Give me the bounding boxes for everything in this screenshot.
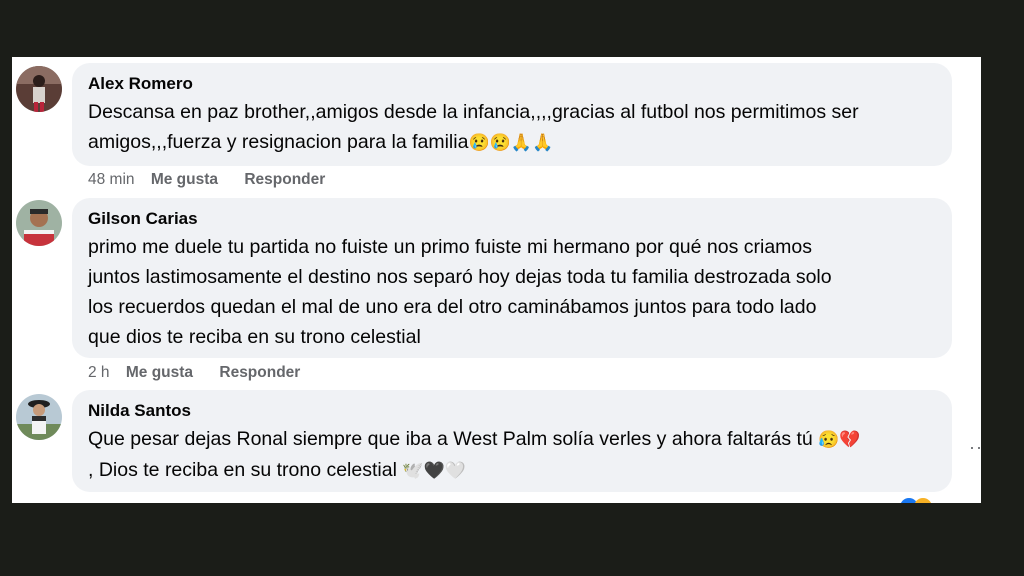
comment-bubble: Alex Romero Descansa en paz brother,,ami… — [72, 63, 952, 166]
comment-time[interactable]: 48 min — [88, 171, 135, 188]
comments-panel: Alex Romero Descansa en paz brother,,ami… — [12, 57, 981, 503]
care-reaction-icon — [914, 498, 932, 503]
comment-line: , Dios te reciba en su trono celestial 🕊… — [88, 455, 936, 486]
comment-author[interactable]: Nilda Santos — [88, 400, 936, 422]
comment-line-text: amigos,,,fuerza y resignacion para la fa… — [88, 131, 469, 153]
comment-line: los recuerdos quedan el mal de uno era d… — [88, 296, 817, 318]
comment-line: Que pesar dejas Ronal siempre que iba a … — [88, 424, 936, 455]
emoji-group: 🕊️🖤🤍 — [402, 461, 466, 480]
comment-line: amigos,,,fuerza y resignacion para la fa… — [88, 127, 936, 158]
reaction-icons — [900, 498, 940, 503]
comment-bubble: Nilda Santos Que pesar dejas Ronal siemp… — [72, 390, 952, 492]
comment-time[interactable]: 2 h — [88, 364, 110, 381]
comment-actions: 2 h Me gusta Responder — [88, 364, 300, 382]
avatar[interactable] — [16, 394, 62, 440]
avatar[interactable] — [16, 66, 62, 112]
comment-text: primo me duele tu partida no fuiste un p… — [88, 232, 936, 352]
comment-text: Que pesar dejas Ronal siempre que iba a … — [88, 424, 936, 486]
more-options-icon[interactable]: ·· — [969, 437, 981, 458]
emoji-group: 😢😢🙏🙏 — [468, 133, 554, 152]
comment-line: que dios te reciba en su trono celestial — [88, 326, 421, 348]
comment-author[interactable]: Gilson Carias — [88, 208, 936, 230]
avatar[interactable] — [16, 200, 62, 246]
comment-actions: 48 min Me gusta Responder — [88, 171, 325, 189]
comment-bubble: Gilson Carias primo me duele tu partida … — [72, 198, 952, 358]
comment-line: Descansa en paz brother,,amigos desde la… — [88, 101, 859, 123]
comment-author[interactable]: Alex Romero — [88, 73, 936, 95]
reply-button[interactable]: Responder — [219, 364, 300, 381]
comment-line: juntos lastimosamente el destino nos sep… — [88, 266, 832, 288]
like-button[interactable]: Me gusta — [126, 364, 193, 381]
comment-line-text: , Dios te reciba en su trono celestial — [88, 459, 397, 481]
comment-text: Descansa en paz brother,,amigos desde la… — [88, 97, 936, 158]
like-button[interactable]: Me gusta — [151, 171, 218, 188]
comment-line-text: Que pesar dejas Ronal siempre que iba a … — [88, 428, 813, 450]
comment-line: primo me duele tu partida no fuiste un p… — [88, 236, 813, 258]
reply-button[interactable]: Responder — [244, 171, 325, 188]
emoji-group: 😥💔 — [818, 430, 861, 449]
